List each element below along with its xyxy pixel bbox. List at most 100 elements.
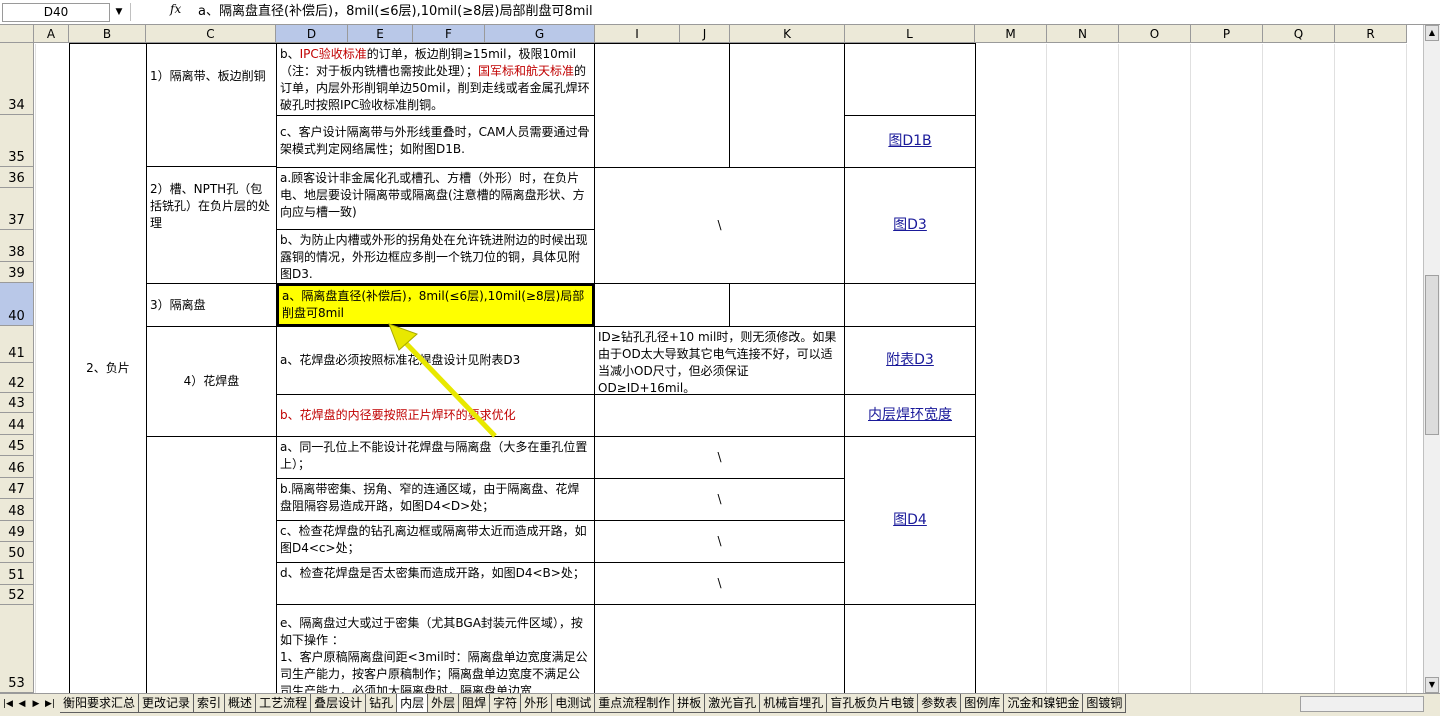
vertical-scrollbar[interactable]: ▲ ▼ <box>1423 25 1440 693</box>
sheet-tab[interactable]: 参数表 <box>918 694 962 713</box>
column-header-i[interactable]: I <box>595 25 680 43</box>
cell-i41[interactable]: ID≥钻孔孔径+10 mil时，则无须修改。如果由于OD太大导致其它电气连接不好… <box>594 326 845 395</box>
sheet-tab[interactable]: 图镀铜 <box>1083 694 1127 713</box>
cell-d35[interactable]: c、客户设计隔离带与外形线重叠时，CAM人员需要通过骨架模式判定网络属性；如附图… <box>276 115 595 168</box>
column-header-a[interactable]: A <box>34 25 69 43</box>
sheet-tab[interactable]: 外层 <box>428 694 460 713</box>
link-table-d3[interactable]: 附表D3 <box>886 352 934 369</box>
cell-l37[interactable]: 图D3 <box>844 167 976 284</box>
row-header-53[interactable]: 53 <box>0 605 34 693</box>
sheet-tab[interactable]: 沉金和镍钯金 <box>1004 694 1084 713</box>
row-header-45[interactable]: 45 <box>0 435 34 456</box>
cell-d34[interactable]: b、IPC验收标准的订单，板边削铜≥15mil，极限10mil（注：对于板内铣槽… <box>276 43 595 116</box>
row-header-38[interactable]: 38 <box>0 230 34 262</box>
row-header-49[interactable]: 49 <box>0 521 34 542</box>
column-header-n[interactable]: N <box>1047 25 1119 43</box>
horizontal-scrollbar[interactable] <box>1300 696 1424 712</box>
cell-d38[interactable]: b、为防止内槽或外形的拐角处在允许铣进附边的时候出现露铜的情况，外形边框应多削一… <box>276 229 595 284</box>
column-header-p[interactable]: P <box>1191 25 1263 43</box>
prev-sheet-icon[interactable]: ◀ <box>16 697 28 711</box>
column-header-o[interactable]: O <box>1119 25 1191 43</box>
cell-c-empty[interactable] <box>146 436 277 693</box>
link-inner-ring[interactable]: 内层焊环宽度 <box>868 407 952 424</box>
sheet-tab[interactable]: 工艺流程 <box>256 694 312 713</box>
cell-k40[interactable] <box>729 283 845 327</box>
row-header-40[interactable]: 40 <box>0 283 34 326</box>
cell-i34[interactable] <box>594 43 730 168</box>
cell-d51[interactable]: d、检查花焊盘是否太密集而造成开路，如图D4<B>处； <box>276 562 595 605</box>
function-icon[interactable]: fx <box>170 2 181 16</box>
column-header-e[interactable]: E <box>348 25 413 43</box>
column-header-f[interactable]: F <box>413 25 485 43</box>
column-header-k[interactable]: K <box>730 25 845 43</box>
row-header-47[interactable]: 47 <box>0 478 34 499</box>
row-header-36[interactable]: 36 <box>0 167 34 188</box>
name-box[interactable]: D40 <box>2 3 110 22</box>
column-header-d[interactable]: D <box>276 25 348 43</box>
cell-l40[interactable] <box>844 283 976 327</box>
cell-i53[interactable] <box>594 604 845 693</box>
row-header-46[interactable]: 46 <box>0 456 34 478</box>
row-header-50[interactable]: 50 <box>0 542 34 563</box>
row-header-35[interactable]: 35 <box>0 115 34 167</box>
cell-d47[interactable]: b.隔离带密集、拐角、窄的连通区域，由于隔离盘、花焊盘阻隔容易造成开路，如图D4… <box>276 478 595 521</box>
cell-l43[interactable]: 内层焊环宽度 <box>844 394 976 437</box>
sheet-tab[interactable]: 盲孔板负片电镀 <box>827 694 919 713</box>
sheet-tab[interactable]: 更改记录 <box>139 694 195 713</box>
cell-i40[interactable] <box>594 283 730 327</box>
row-header-34[interactable]: 34 <box>0 43 34 115</box>
formula-input[interactable]: a、隔离盘直径(补偿后)，8mil(≤6层),10mil(≥8层)局部削盘可8m… <box>198 3 593 21</box>
column-header-r[interactable]: R <box>1335 25 1407 43</box>
cell-i47[interactable]: \ <box>594 478 845 521</box>
cell-l45[interactable]: 图D4 <box>844 436 976 605</box>
select-all-corner[interactable] <box>0 25 34 43</box>
scroll-down-icon[interactable]: ▼ <box>1425 677 1439 693</box>
cell-c-section3[interactable]: 3）隔离盘 <box>146 283 277 327</box>
sheet-tab[interactable]: 机械盲埋孔 <box>760 694 828 713</box>
cell-k34[interactable] <box>729 43 845 168</box>
sheet-tab[interactable]: 图例库 <box>961 694 1005 713</box>
cell-d53[interactable]: e、隔离盘过大或过于密集（尤其BGA封装元件区域），按如下操作 ： 1、客户原稿… <box>276 604 595 693</box>
row-header-43[interactable]: 43 <box>0 393 34 413</box>
next-sheet-icon[interactable]: ▶ <box>30 697 42 711</box>
row-header-37[interactable]: 37 <box>0 188 34 230</box>
cell-l35[interactable]: 图D1B <box>844 115 976 168</box>
sheet-tab[interactable]: 叠层设计 <box>311 694 367 713</box>
column-header-b[interactable]: B <box>69 25 146 43</box>
scroll-thumb[interactable] <box>1425 275 1439 435</box>
cell-c-section2[interactable]: 2）槽、NPTH孔（包括铣孔）在负片层的处理 <box>146 166 277 284</box>
cell-b-category[interactable]: 2、负片 <box>69 43 147 693</box>
sheet-tab[interactable]: 外形 <box>521 694 553 713</box>
sheet-tab[interactable]: 重点流程制作 <box>595 694 675 713</box>
cell-i51[interactable]: \ <box>594 562 845 605</box>
sheet-tab[interactable]: 拼板 <box>674 694 706 713</box>
link-d3[interactable]: 图D3 <box>893 217 927 234</box>
sheet-tab[interactable]: 字符 <box>490 694 522 713</box>
sheet-tab[interactable]: 阻焊 <box>459 694 491 713</box>
row-header-41[interactable]: 41 <box>0 326 34 363</box>
row-header-39[interactable]: 39 <box>0 262 34 283</box>
last-sheet-icon[interactable]: ▶| <box>44 697 56 711</box>
link-d4[interactable]: 图D4 <box>893 512 927 529</box>
cell-i43[interactable] <box>594 394 845 437</box>
column-header-q[interactable]: Q <box>1263 25 1335 43</box>
column-header-j[interactable]: J <box>680 25 730 43</box>
cell-l41[interactable]: 附表D3 <box>844 326 976 395</box>
cell-c-section4[interactable]: 4）花焊盘 <box>146 326 277 437</box>
column-header-c[interactable]: C <box>146 25 276 43</box>
sheet-tab[interactable]: 电测试 <box>552 694 596 713</box>
sheet-tab[interactable]: 激光盲孔 <box>705 694 761 713</box>
cell-l34[interactable] <box>844 43 976 116</box>
link-d1b[interactable]: 图D1B <box>888 133 931 150</box>
name-box-dropdown-icon[interactable]: ▼ <box>110 3 128 22</box>
row-header-52[interactable]: 52 <box>0 585 34 605</box>
column-header-g[interactable]: G <box>485 25 595 43</box>
sheet-tab[interactable]: 衡阳要求汇总 <box>60 694 140 713</box>
row-header-42[interactable]: 42 <box>0 363 34 393</box>
cell-i49[interactable]: \ <box>594 520 845 563</box>
cell-c-section1[interactable]: 1）隔离带、板边削铜 <box>146 43 277 167</box>
sheet-tab-active[interactable]: 内层 <box>397 694 429 713</box>
scroll-up-icon[interactable]: ▲ <box>1425 25 1439 41</box>
row-header-44[interactable]: 44 <box>0 413 34 435</box>
column-header-m[interactable]: M <box>975 25 1047 43</box>
